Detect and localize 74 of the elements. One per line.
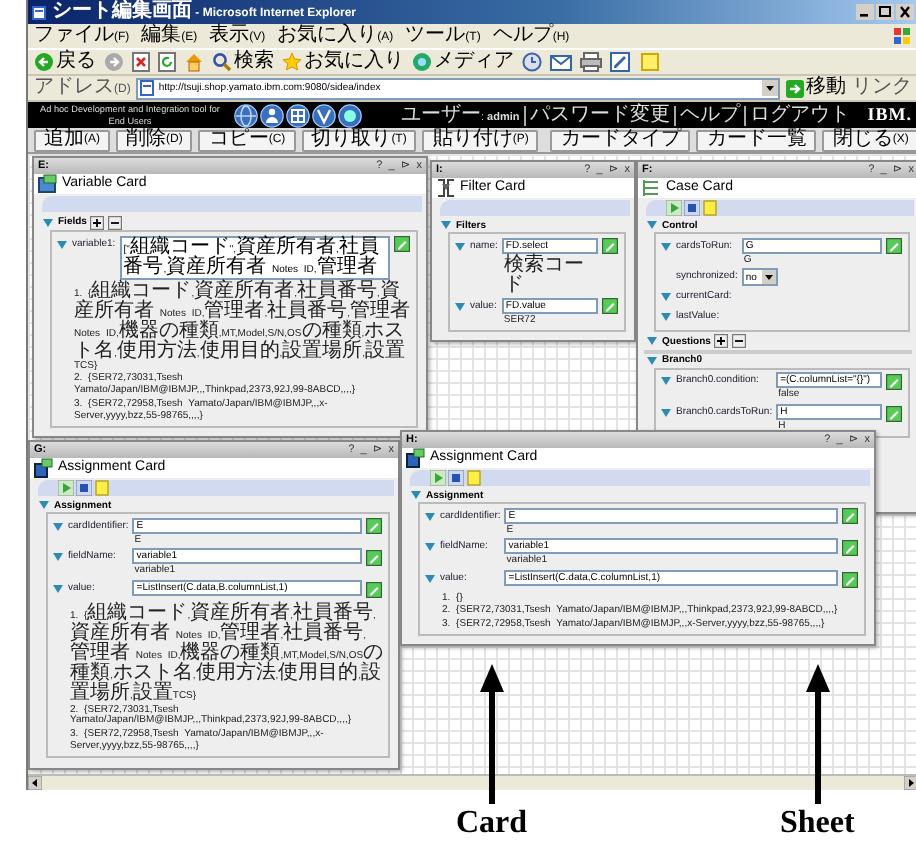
page-icon — [32, 5, 46, 19]
edit-button[interactable] — [602, 238, 618, 254]
clock-icon[interactable] — [522, 52, 542, 72]
stop-icon[interactable] — [132, 52, 150, 72]
globe-icon[interactable] — [234, 103, 258, 127]
arrow — [479, 664, 504, 804]
annotation-label: Sheet — [780, 808, 855, 840]
caret-icon[interactable] — [454, 301, 466, 311]
person-icon[interactable] — [260, 103, 284, 127]
media-icon — [412, 52, 432, 72]
edit-button[interactable] — [366, 581, 382, 597]
home-icon[interactable] — [184, 52, 204, 72]
flag-logo-icon — [892, 26, 912, 46]
scroll-left-icon[interactable] — [28, 776, 42, 790]
scroll-right-icon[interactable] — [904, 776, 916, 790]
card-type-icon — [436, 178, 456, 198]
edit-button[interactable] — [366, 549, 382, 566]
dropdown-arrow-icon[interactable] — [762, 80, 778, 96]
fork-icon[interactable] — [312, 103, 336, 127]
edit-button[interactable] — [842, 508, 858, 524]
go-button[interactable]: 移動 — [786, 78, 846, 98]
result-text: 検索コード — [501, 255, 586, 295]
search-button[interactable]: 検索 — [212, 52, 274, 72]
card-type-icon — [38, 174, 58, 194]
mail-icon[interactable] — [550, 52, 572, 72]
add-button[interactable] — [90, 215, 105, 229]
page-icon — [140, 80, 155, 96]
edit-button[interactable] — [886, 373, 902, 390]
edit-button[interactable] — [366, 518, 382, 534]
scrollbar[interactable] — [28, 774, 916, 790]
annotation-label: Card — [456, 808, 528, 840]
action-button[interactable]: カードタイプ — [550, 129, 691, 151]
edit-icon[interactable] — [610, 52, 632, 72]
edit-button[interactable] — [394, 236, 410, 252]
caret-icon[interactable] — [52, 552, 64, 563]
printer-icon[interactable] — [580, 52, 602, 72]
maximize-button[interactable] — [876, 4, 894, 20]
caret-icon[interactable] — [52, 584, 64, 594]
remove-button[interactable] — [732, 334, 747, 349]
edit-button[interactable] — [842, 571, 858, 587]
header-link[interactable]: パスワード変更 — [523, 105, 674, 125]
edit-button[interactable] — [602, 298, 618, 314]
links-label[interactable]: リンク — [852, 77, 912, 99]
favorites-button[interactable]: お気に入り — [282, 52, 404, 72]
table-icon[interactable] — [286, 103, 310, 127]
card-type-icon — [34, 458, 54, 478]
arrow — [805, 664, 830, 804]
edit-button[interactable] — [886, 238, 902, 254]
caret-icon[interactable] — [660, 408, 672, 418]
star-icon — [282, 52, 302, 72]
edit-button[interactable] — [842, 539, 858, 556]
caret-icon[interactable] — [424, 542, 436, 553]
card-type-icon — [406, 448, 426, 468]
close-button[interactable] — [896, 4, 914, 20]
dropdown-arrow-icon — [762, 270, 777, 285]
logo: IBM. — [867, 104, 912, 126]
search-icon — [212, 52, 232, 72]
remove-button[interactable] — [108, 215, 123, 229]
stop-icon[interactable] — [684, 200, 700, 216]
media-button[interactable]: メディア — [412, 52, 514, 72]
stop-icon[interactable] — [448, 470, 464, 486]
minimize-button[interactable] — [856, 4, 874, 20]
stop-icon[interactable] — [76, 480, 92, 496]
back-button[interactable]: 戻る — [34, 52, 96, 72]
card-type-icon — [642, 178, 662, 198]
action-button[interactable]: カード一覧 — [696, 129, 817, 151]
caret-icon[interactable] — [424, 574, 436, 584]
header-link[interactable]: ログアウト — [743, 105, 854, 125]
refresh-icon[interactable] — [158, 52, 176, 72]
add-button[interactable] — [714, 334, 729, 349]
go-arrow-icon — [786, 79, 804, 97]
header-link[interactable]: ヘルプ — [673, 105, 744, 125]
sphere-icon[interactable] — [338, 103, 362, 127]
edit-button[interactable] — [886, 405, 902, 421]
